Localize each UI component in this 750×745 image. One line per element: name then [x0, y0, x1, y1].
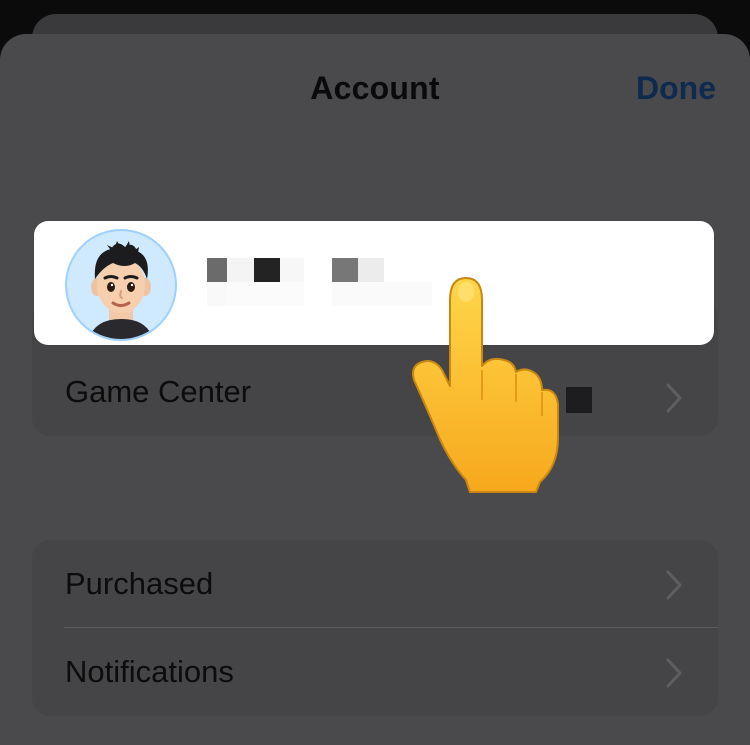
row-label: Game Center: [65, 374, 252, 409]
chevron-right-icon: [666, 658, 682, 688]
row-label: Notifications: [65, 654, 234, 689]
notifications-row[interactable]: Notifications: [32, 628, 718, 716]
memoji-avatar-icon: [65, 229, 177, 341]
chevron-right-icon: [666, 570, 682, 600]
settings-group-purchases: Purchased Notifications: [32, 540, 718, 716]
pointing-hand-icon: [412, 277, 559, 493]
screen: Account Done Game Center Purchased Notif…: [0, 0, 750, 745]
purchased-row[interactable]: Purchased: [32, 540, 718, 628]
account-profile-card[interactable]: [34, 221, 714, 345]
done-button[interactable]: Done: [636, 70, 716, 107]
row-label: Purchased: [65, 566, 214, 601]
chevron-right-icon: [666, 383, 682, 413]
